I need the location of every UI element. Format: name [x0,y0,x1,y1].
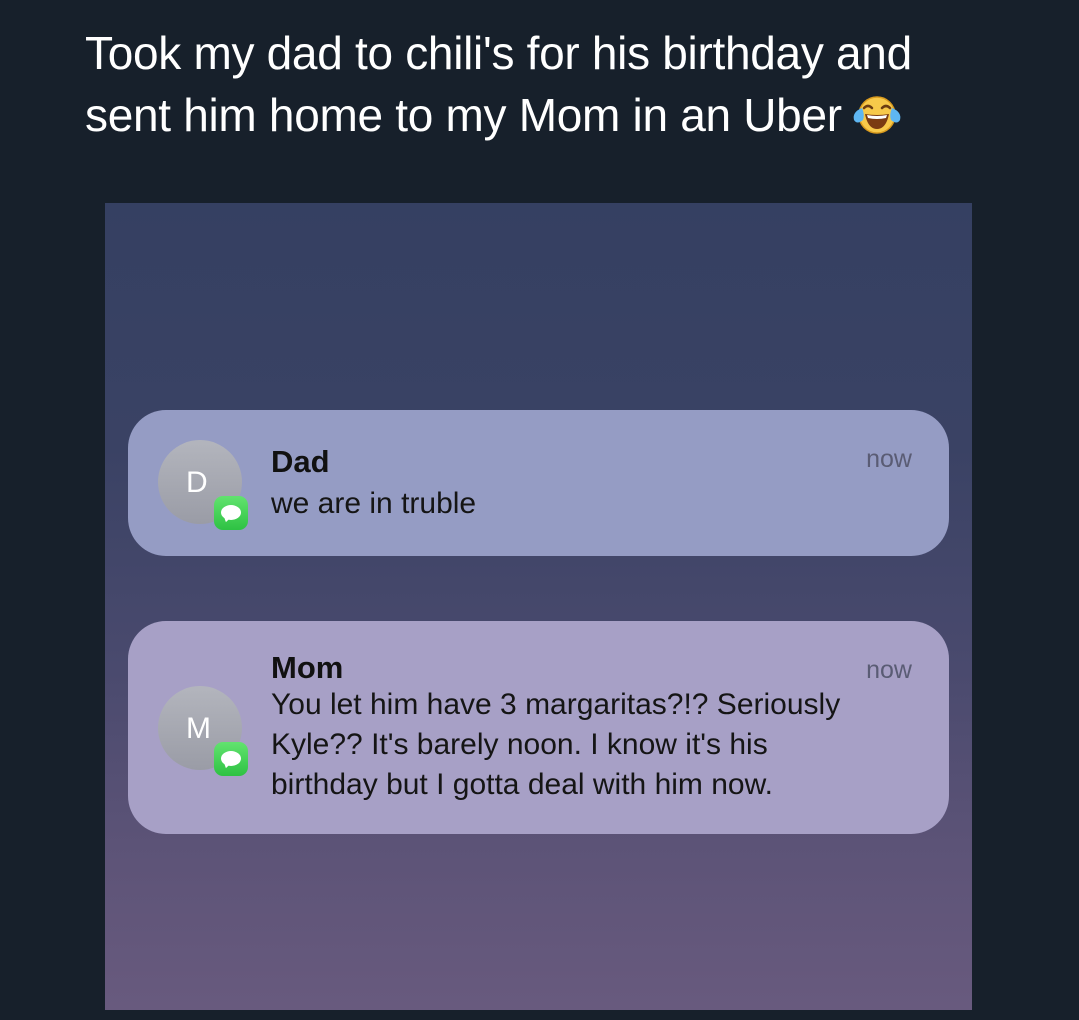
face-with-tears-of-joy-emoji-icon [852,90,902,134]
avatar-initial: D [186,466,208,499]
sender-name: Mom [271,650,344,685]
message-line: birthday but I gotta deal with him now. [271,768,773,801]
notification-message: we are in truble [271,487,477,520]
notification-time: now [866,445,912,473]
lock-screen-screenshot: D Dad now we are in truble M Mom now You… [105,203,972,1010]
avatar: D [158,440,248,530]
notification-message: You let him have 3 margaritas?!? Serious… [271,685,921,805]
sender-name: Dad [271,444,330,479]
tweet-line-1: Took my dad to chili's for his birthday … [85,27,912,79]
avatar-initial: M [186,712,211,745]
notification-time: now [866,656,912,684]
notification-mom[interactable]: M Mom now You let him have 3 margaritas?… [128,621,949,834]
messages-icon [214,496,248,530]
tweet-line-2: sent him home to my Mom in an Uber [85,84,1045,146]
tweet-line-2-text: sent him home to my Mom in an Uber [85,89,842,141]
tweet-text: Took my dad to chili's for his birthday … [85,22,1045,146]
notification-dad[interactable]: D Dad now we are in truble [128,410,949,556]
avatar: M [158,686,248,776]
message-line: You let him have 3 margaritas?!? Serious… [271,688,841,721]
messages-icon [214,742,248,776]
message-line: Kyle?? It's barely noon. I know it's his [271,728,768,761]
